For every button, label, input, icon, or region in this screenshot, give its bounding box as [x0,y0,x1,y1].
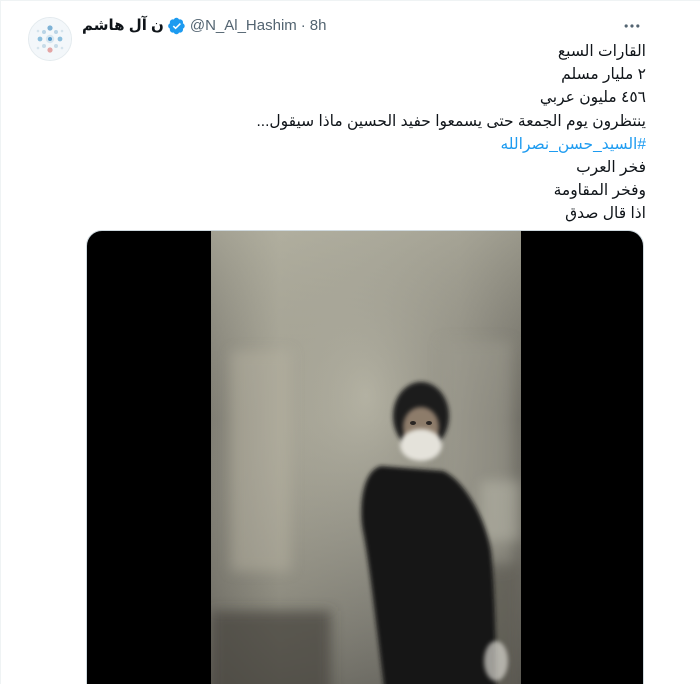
verified-badge-icon [168,17,185,35]
divider [0,0,1,684]
tweet-header: ن آل هاشم @N_Al_Hashim · 8h [82,15,326,37]
timestamp[interactable]: 8h [310,16,327,36]
author-name[interactable]: ن آل هاشم [82,16,164,36]
author-handle[interactable]: @N_Al_Hashim [190,16,297,36]
separator-dot: · [300,17,306,34]
tweet-text-line: القارات السبع [557,43,646,60]
tweet-text-line: ٢ مليار مسلم [561,66,646,84]
more-options-button[interactable] [618,14,646,38]
tweet-page: ن آل هاشم @N_Al_Hashim · 8h القارات السب… [0,0,700,684]
divider [0,0,700,1]
tweet-text: القارات السبع ٢ مليار مسلم ٤٥٦ مليون عرب… [80,40,646,226]
tweet-text-line: اذا قال صدق [565,205,646,223]
tweet-text-line: ٤٥٦ مليون عربي [539,89,646,107]
video-player[interactable] [86,230,644,684]
tweet-text-line: ينتظرون يوم الجمعة حتى يسمعوا حفيد الحسي… [256,112,646,130]
hashtag-link[interactable]: #السيد_حسن_نصرالله [80,133,646,156]
more-dots-icon [624,24,640,28]
tweet-text-line: فخر العرب [576,159,646,177]
avatar[interactable] [28,17,72,61]
tweet-text-line: وفخر المقاومة [553,182,646,200]
video-thumbnail [211,231,521,684]
avatar-image [29,18,71,60]
